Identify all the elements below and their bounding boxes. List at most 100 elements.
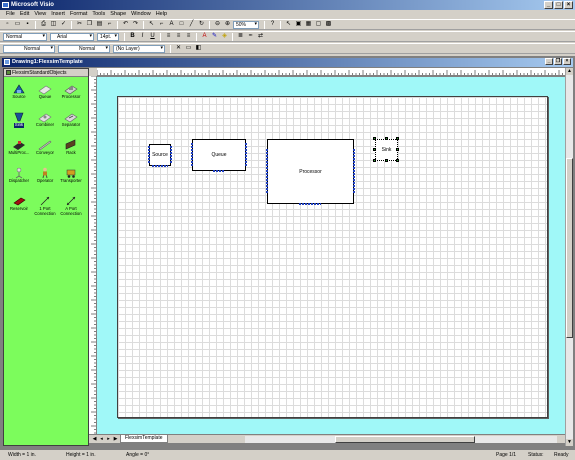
save-icon[interactable]: ▪ bbox=[23, 20, 32, 29]
line-color-icon[interactable]: ✎ bbox=[210, 32, 219, 41]
menu-edit[interactable]: Edit bbox=[20, 10, 29, 19]
line-ends-icon[interactable]: ⇄ bbox=[256, 32, 265, 41]
underline-button[interactable]: U bbox=[148, 32, 157, 41]
undo-icon[interactable]: ↶ bbox=[121, 20, 130, 29]
copy-icon[interactable]: ❐ bbox=[85, 20, 94, 29]
vertical-scrollbar[interactable]: ▲ ▼ bbox=[565, 68, 573, 446]
doc-restore-button[interactable]: ❐ bbox=[554, 58, 562, 65]
close-button[interactable]: × bbox=[564, 1, 573, 9]
stencil-shape-combiner[interactable]: Combiner bbox=[32, 109, 58, 135]
stencil-shape-sink[interactable]: Sink bbox=[6, 109, 32, 135]
vertical-scroll-thumb[interactable] bbox=[566, 158, 573, 338]
text-tool-icon[interactable]: A bbox=[167, 20, 176, 29]
align-right-icon[interactable]: ≡ bbox=[184, 32, 193, 41]
prev-page-icon[interactable]: ◂ bbox=[98, 436, 105, 443]
stencil-shape-one-port-connection[interactable]: 1 Port Connection bbox=[32, 193, 58, 219]
menu-file[interactable]: File bbox=[6, 10, 15, 19]
paste-icon[interactable]: ▤ bbox=[95, 20, 104, 29]
flexsim-window-icon[interactable]: ▢ bbox=[314, 20, 323, 29]
line-style-select[interactable]: Normal bbox=[3, 44, 55, 53]
stencil-shape-separator[interactable]: Separator bbox=[58, 109, 84, 135]
flexsim-run-icon[interactable]: ▩ bbox=[324, 20, 333, 29]
new-icon[interactable]: ▫ bbox=[3, 20, 12, 29]
fill-style-select[interactable]: Normal bbox=[58, 44, 110, 53]
queue-shape[interactable]: Queue bbox=[192, 139, 246, 171]
next-page-icon[interactable]: ▸ bbox=[105, 436, 112, 443]
drawing-canvas[interactable]: Source Queue Processor Sink bbox=[97, 77, 565, 434]
open-icon[interactable]: ▭ bbox=[13, 20, 22, 29]
first-page-icon[interactable]: ◀ bbox=[91, 436, 98, 443]
sink-shape[interactable]: Sink bbox=[375, 139, 398, 161]
layer-select[interactable]: (No Layer) bbox=[113, 44, 165, 53]
align-center-icon[interactable]: ≡ bbox=[174, 32, 183, 41]
align-left-icon[interactable]: ≡ bbox=[164, 32, 173, 41]
line-tool-icon[interactable]: ╱ bbox=[187, 20, 196, 29]
rectangle-tool-icon[interactable]: □ bbox=[177, 20, 186, 29]
last-page-icon[interactable]: ▶ bbox=[112, 436, 119, 443]
page-tab-flexsimtemplate[interactable]: FlexsimTemplate bbox=[120, 435, 168, 443]
stencil-shape-source[interactable]: Source bbox=[6, 81, 32, 107]
redo-icon[interactable]: ↷ bbox=[131, 20, 140, 29]
zoom-select[interactable]: 50% bbox=[233, 20, 259, 29]
bold-button[interactable]: B bbox=[128, 32, 137, 41]
pointer-tool-icon[interactable]: ↖ bbox=[147, 20, 156, 29]
vertical-ruler[interactable] bbox=[89, 76, 97, 434]
line-weight-icon[interactable]: ≣ bbox=[236, 32, 245, 41]
drawing-page[interactable]: Source Queue Processor Sink bbox=[117, 96, 548, 418]
menu-tools[interactable]: Tools bbox=[92, 10, 105, 19]
selection-handle[interactable] bbox=[396, 148, 399, 151]
rotate-tool-icon[interactable]: ↻ bbox=[197, 20, 206, 29]
selection-handle[interactable] bbox=[373, 137, 376, 140]
italic-button[interactable]: I bbox=[138, 32, 147, 41]
flexsim-model-icon[interactable]: ▣ bbox=[294, 20, 303, 29]
selection-handle[interactable] bbox=[396, 159, 399, 162]
stencil-shape-processor[interactable]: Processor bbox=[58, 81, 84, 107]
help-icon[interactable]: ? bbox=[268, 20, 277, 29]
connector-tool-icon[interactable]: ⌐ bbox=[157, 20, 166, 29]
menu-format[interactable]: Format bbox=[70, 10, 87, 19]
zoom-in-icon[interactable]: ⊕ bbox=[223, 20, 232, 29]
shadow-icon[interactable]: ◧ bbox=[194, 44, 203, 53]
selection-handle[interactable] bbox=[396, 137, 399, 140]
spelling-icon[interactable]: ✓ bbox=[59, 20, 68, 29]
minimize-button[interactable]: _ bbox=[544, 1, 553, 9]
source-shape[interactable]: Source bbox=[149, 144, 171, 166]
scroll-down-icon[interactable]: ▼ bbox=[566, 439, 573, 446]
scroll-up-icon[interactable]: ▲ bbox=[566, 68, 573, 75]
stencil-shape-conveyor[interactable]: Conveyor bbox=[32, 137, 58, 163]
selection-handle[interactable] bbox=[385, 159, 388, 162]
horizontal-scroll-thumb[interactable] bbox=[335, 436, 475, 443]
stencil-shape-multiprocessor[interactable]: MultiProc... bbox=[6, 137, 32, 163]
stencil-shape-dispatcher[interactable]: Dispatcher bbox=[6, 165, 32, 191]
menu-view[interactable]: View bbox=[34, 10, 46, 19]
cut-icon[interactable]: ✂ bbox=[75, 20, 84, 29]
doc-minimize-button[interactable]: _ bbox=[545, 58, 553, 65]
stencil-header[interactable]: FlexsimStandardObjects bbox=[4, 69, 88, 77]
doc-close-button[interactable]: × bbox=[563, 58, 571, 65]
fill-color-icon[interactable]: ◈ bbox=[220, 32, 229, 41]
maximize-button[interactable]: □ bbox=[554, 1, 563, 9]
menu-shape[interactable]: Shape bbox=[110, 10, 126, 19]
selection-handle[interactable] bbox=[373, 159, 376, 162]
stencil-shape-operator[interactable]: Operator bbox=[32, 165, 58, 191]
horizontal-ruler[interactable] bbox=[97, 68, 565, 76]
connection-point-icon[interactable]: ✕ bbox=[174, 44, 183, 53]
font-select[interactable]: Arial bbox=[50, 32, 94, 41]
font-size-select[interactable]: 14pt. bbox=[97, 32, 119, 41]
style-select[interactable]: Normal bbox=[3, 32, 47, 41]
zoom-out-icon[interactable]: ⊖ bbox=[213, 20, 222, 29]
stencil-shape-queue[interactable]: Queue bbox=[32, 81, 58, 107]
print-icon[interactable]: ⎙ bbox=[39, 20, 48, 29]
group-icon[interactable]: ▭ bbox=[184, 44, 193, 53]
menu-window[interactable]: Window bbox=[131, 10, 151, 19]
stencil-shape-rack[interactable]: Rack bbox=[58, 137, 84, 163]
stencil-shape-a-port-connection[interactable]: A Port Connection bbox=[58, 193, 84, 219]
font-color-icon[interactable]: A bbox=[200, 32, 209, 41]
flexsim-pointer-icon[interactable]: ↖ bbox=[284, 20, 293, 29]
stencil-shape-transporter[interactable]: Transporter bbox=[58, 165, 84, 191]
menu-help[interactable]: Help bbox=[156, 10, 167, 19]
selection-handle[interactable] bbox=[373, 148, 376, 151]
stencil-shape-reservoir[interactable]: Reservoir bbox=[6, 193, 32, 219]
menu-insert[interactable]: Insert bbox=[51, 10, 65, 19]
processor-shape[interactable]: Processor bbox=[267, 139, 354, 204]
